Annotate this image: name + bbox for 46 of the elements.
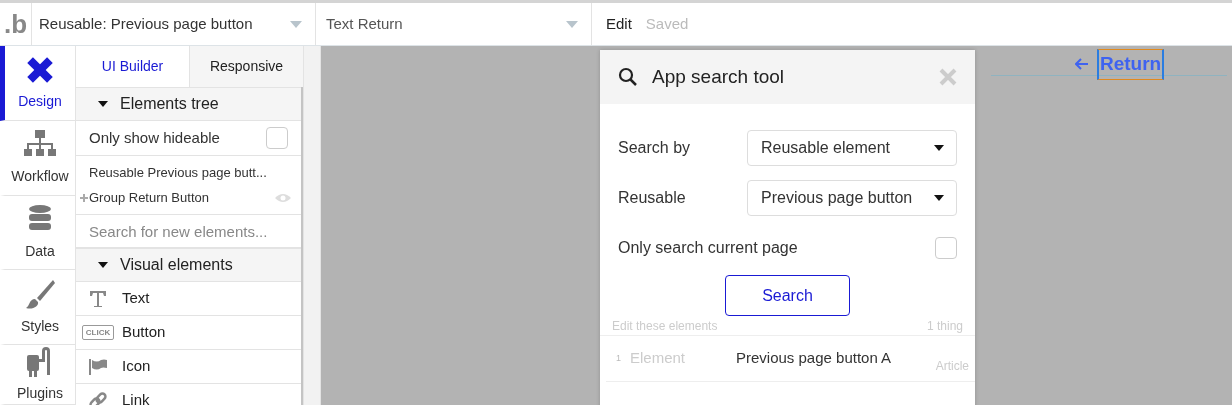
option-label: Only show hideable [89, 127, 220, 148]
dropdown[interactable]: Previous page button [747, 180, 957, 216]
caret-icon [934, 195, 944, 201]
element-type-item[interactable]: Icon [122, 355, 151, 378]
toolbar-action[interactable]: Edit [606, 12, 632, 36]
chain-link-icon [89, 391, 107, 405]
section-header[interactable]: Elements tree [76, 87, 301, 121]
sidebar-tab[interactable]: Data [0, 195, 75, 271]
checkbox[interactable] [935, 237, 957, 259]
serif-t-icon [89, 289, 107, 308]
caret-icon [934, 145, 944, 151]
dialog-title: App search tool [652, 64, 786, 89]
option-label: Only search current page [618, 238, 798, 258]
panel-tab[interactable]: Responsive [189, 46, 303, 87]
caret-icon [565, 19, 579, 29]
search-icon [618, 67, 638, 87]
element-selector[interactable]: Text Return [316, 3, 592, 45]
field-label: Reusable [618, 188, 686, 208]
element-type-item[interactable]: Button [122, 321, 166, 344]
scrollbar[interactable] [301, 87, 303, 405]
triangle-down-icon [98, 261, 108, 269]
sidebar-tab[interactable]: Workflow [0, 120, 75, 196]
field-label: Search by [618, 138, 691, 158]
eye-icon [275, 192, 291, 203]
sidebar-tab[interactable]: Styles [0, 270, 75, 345]
caret-icon [289, 19, 303, 29]
element-type-item[interactable]: Text [122, 287, 150, 310]
plus-icon [80, 193, 88, 202]
search-field[interactable]: Search for new elements... [76, 215, 301, 248]
tree-item[interactable]: Group Return Button [89, 187, 209, 208]
sidebar-tab[interactable]: Plugins [0, 345, 75, 405]
logo[interactable]: .b [0, 3, 32, 45]
element-type-item[interactable]: Link [122, 389, 150, 405]
button-icon: CLICK [82, 325, 114, 340]
flag-icon [89, 358, 107, 375]
triangle-down-icon [98, 100, 108, 108]
search-button[interactable]: Search [725, 275, 850, 316]
section-header[interactable]: Visual elements [76, 248, 301, 282]
page-selector[interactable]: Reusable: Previous page button [32, 3, 316, 45]
result-name: Previous page button A [736, 348, 892, 369]
arrow-left-icon [1075, 58, 1089, 71]
row-number: 1 [616, 351, 622, 365]
close-icon [939, 68, 957, 86]
checkbox[interactable] [266, 127, 288, 149]
tree-item[interactable]: Reusable Previous page butt... [89, 162, 267, 183]
dropdown[interactable]: Reusable element [747, 130, 957, 166]
